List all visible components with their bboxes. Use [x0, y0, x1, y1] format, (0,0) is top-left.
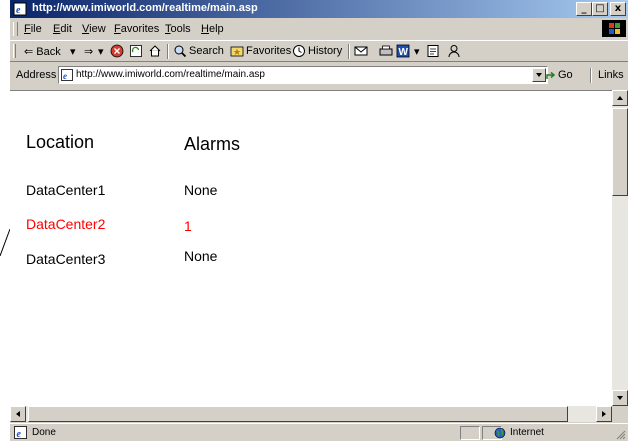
stop-icon[interactable]	[110, 44, 124, 58]
scroll-up-button[interactable]	[612, 90, 628, 106]
back-dropdown[interactable]: ▾	[70, 45, 76, 58]
menu-bar: File Edit View Favorites Tools Help	[10, 20, 628, 38]
menu-tools[interactable]: Tools	[165, 23, 191, 35]
print-icon[interactable]	[379, 44, 393, 58]
scroll-down-button[interactable]	[612, 390, 628, 406]
address-url: http://www.imiworld.com/realtime/main.as…	[76, 69, 265, 80]
resize-grip-icon[interactable]	[614, 428, 626, 440]
home-icon[interactable]	[148, 44, 162, 58]
toolbar-separator	[348, 44, 350, 59]
horizontal-scrollbar-thumb[interactable]	[28, 406, 568, 422]
address-label: Address	[16, 69, 57, 81]
ie-page-icon: e	[61, 69, 73, 81]
standard-toolbar: ⇐ Back ▾ ⇒ ▾ Search Favorites History W …	[10, 40, 628, 62]
vertical-scrollbar[interactable]	[612, 90, 628, 406]
menu-edit[interactable]: Edit	[53, 23, 72, 35]
windows-logo-icon	[602, 20, 626, 37]
address-input[interactable]: e http://www.imiworld.com/realtime/main.…	[58, 66, 548, 84]
close-button[interactable]: x	[610, 2, 626, 16]
title-bar[interactable]: e http://www.imiworld.com/realtime/main.…	[10, 0, 628, 18]
maximize-button[interactable]: □	[592, 2, 608, 16]
search-icon[interactable]	[173, 44, 187, 58]
history-button[interactable]: History	[308, 45, 342, 57]
edit-word-icon[interactable]: W	[396, 44, 410, 58]
alarm-cell: None	[184, 182, 218, 198]
menu-favorites[interactable]: Favorites	[114, 23, 159, 35]
refresh-icon[interactable]	[129, 44, 143, 58]
svg-text:W: W	[399, 47, 409, 58]
scroll-left-button[interactable]	[10, 406, 26, 422]
forward-button[interactable]: ⇒	[84, 45, 93, 58]
links-toolbar[interactable]: Links	[598, 69, 624, 81]
messenger-icon[interactable]	[447, 44, 461, 58]
edit-dropdown[interactable]: ▾	[414, 45, 420, 58]
column-header-location: Location	[26, 132, 95, 152]
window-title: http://www.imiworld.com/realtime/main.as…	[32, 2, 258, 14]
ie-page-icon: e	[13, 2, 27, 16]
page-content: Location Alarms DataCenter1 None DataCen…	[10, 90, 612, 406]
forward-dropdown[interactable]: ▾	[98, 45, 104, 58]
mail-icon[interactable]	[354, 44, 368, 58]
svg-text:e: e	[63, 71, 67, 81]
address-dropdown-button[interactable]	[532, 68, 546, 82]
search-button[interactable]: Search	[189, 45, 224, 57]
favorites-icon[interactable]	[230, 44, 244, 58]
discuss-icon[interactable]	[426, 44, 440, 58]
menu-view[interactable]: View	[82, 23, 106, 35]
menu-file[interactable]: File	[24, 23, 42, 35]
scrollbar-thumb[interactable]	[612, 108, 628, 196]
security-zone: Internet	[510, 427, 544, 438]
go-arrow-icon[interactable]	[545, 70, 557, 82]
location-cell-alert: DataCenter2	[26, 216, 106, 232]
back-button[interactable]: ⇐ Back	[24, 45, 61, 58]
location-cell: DataCenter1	[26, 182, 106, 198]
toolbar-separator	[167, 44, 169, 59]
scroll-right-button[interactable]	[596, 406, 612, 422]
horizontal-scrollbar[interactable]	[10, 406, 612, 422]
globe-icon	[494, 427, 506, 439]
favorites-button[interactable]: Favorites	[246, 45, 291, 57]
status-text: Done	[32, 427, 56, 438]
toolbar-grip	[13, 44, 16, 58]
location-cell: DataCenter3	[26, 251, 106, 267]
toolbar-separator	[590, 68, 592, 83]
alarm-cell-alert: 1	[184, 218, 192, 234]
scrollbar-corner	[612, 406, 628, 422]
alarm-cell: None	[184, 248, 218, 264]
menu-help[interactable]: Help	[201, 23, 224, 35]
column-header-alarms: Alarms	[184, 134, 241, 154]
ie-page-icon: e	[14, 426, 27, 439]
go-button[interactable]: Go	[558, 69, 573, 81]
history-icon[interactable]	[292, 44, 306, 58]
browser-window: e http://www.imiworld.com/realtime/main.…	[10, 0, 628, 441]
minimize-button[interactable]: _	[576, 2, 592, 16]
menu-grip	[13, 22, 18, 36]
svg-text:e: e	[17, 429, 22, 439]
status-panel	[460, 426, 480, 440]
svg-text:e: e	[16, 5, 21, 16]
status-bar: e Done Internet	[10, 423, 628, 441]
address-bar: Address e http://www.imiworld.com/realti…	[10, 63, 628, 87]
